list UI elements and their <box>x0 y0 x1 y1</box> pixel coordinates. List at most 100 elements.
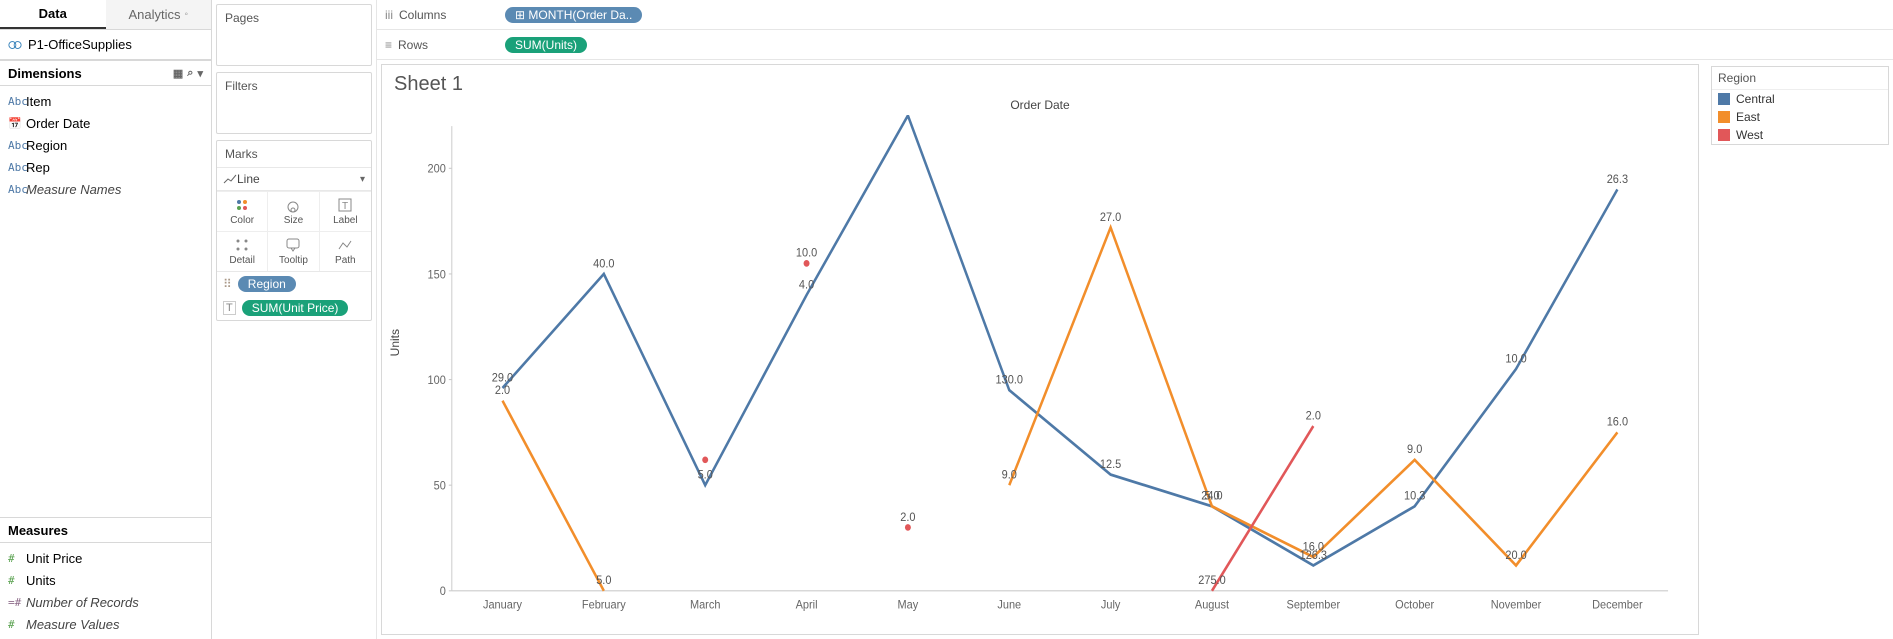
dimensions-label: Dimensions <box>8 66 82 81</box>
field-label: Measure Values <box>26 617 119 632</box>
field-units[interactable]: #Units <box>0 569 211 591</box>
mark-path[interactable]: Path <box>320 231 371 271</box>
svg-text:July: July <box>1101 599 1121 612</box>
field-region[interactable]: AbcRegion <box>0 134 211 156</box>
pane-tabs: Data Analytics ◦ <box>0 0 211 30</box>
number-icon: # <box>8 552 26 565</box>
field-label: Unit Price <box>26 551 82 566</box>
legend-label: Central <box>1736 92 1775 106</box>
chart-svg: 050100150200JanuaryFebruaryMarchAprilMay… <box>392 115 1688 624</box>
tab-indicator-icon: ◦ <box>184 9 188 20</box>
svg-text:16.0: 16.0 <box>1303 541 1324 554</box>
svg-text:12.5: 12.5 <box>1100 459 1121 472</box>
columns-shelf[interactable]: iii Columns ⊞ MONTH(Order Da.. <box>377 0 1893 30</box>
field-label: Item <box>26 94 51 109</box>
legend-item-west[interactable]: West <box>1712 126 1888 144</box>
rows-label: Rows <box>398 38 428 52</box>
field-measure-values[interactable]: #Measure Values <box>0 613 211 635</box>
color-pill-row[interactable]: ⠿ Region <box>217 272 371 296</box>
dimensions-list: AbcItem 📅Order Date AbcRegion AbcRep Abc… <box>0 86 211 204</box>
tab-analytics-label: Analytics <box>128 7 180 22</box>
data-pane[interactable]: Data Analytics ◦ P1-OfficeSupplies Dimens… <box>0 0 212 639</box>
field-order-date[interactable]: 📅Order Date <box>0 112 211 134</box>
legend-swatch <box>1718 129 1730 141</box>
svg-text:5.0: 5.0 <box>596 575 611 588</box>
view-as-icon[interactable]: ▦ <box>173 67 183 80</box>
mark-type-select[interactable]: Line ▾ <box>217 168 371 191</box>
datasource-item[interactable]: P1-OfficeSupplies <box>0 30 211 60</box>
mark-tooltip[interactable]: Tooltip <box>268 231 319 271</box>
svg-text:100: 100 <box>428 375 446 388</box>
svg-text:0: 0 <box>440 586 446 599</box>
svg-text:2.0: 2.0 <box>1306 410 1321 423</box>
filters-label: Filters <box>217 73 371 99</box>
mark-type-label: Line <box>237 172 360 186</box>
pages-label: Pages <box>217 5 371 31</box>
marks-grid: ColorSizeTLabel DetailTooltipPath <box>217 191 371 272</box>
svg-text:2.0: 2.0 <box>900 511 915 524</box>
legend-title: Region <box>1712 67 1888 90</box>
field-item[interactable]: AbcItem <box>0 90 211 112</box>
measures-label: Measures <box>8 523 68 538</box>
legend-item-central[interactable]: Central <box>1712 90 1888 108</box>
svg-text:5.0: 5.0 <box>698 469 713 482</box>
abc-icon: Abc <box>8 161 26 174</box>
columns-label: Columns <box>399 8 446 22</box>
sheet-title[interactable]: Sheet 1 <box>382 65 1698 96</box>
legend-swatch <box>1718 93 1730 105</box>
field-label: Order Date <box>26 116 90 131</box>
field-label: Units <box>26 573 56 588</box>
svg-text:August: August <box>1195 599 1230 612</box>
svg-text:January: January <box>483 599 522 612</box>
pages-shelf[interactable]: Pages <box>216 4 372 66</box>
date-icon: 📅 <box>8 117 26 130</box>
main-area: iii Columns ⊞ MONTH(Order Da.. ≡ Rows SUM(… <box>377 0 1893 639</box>
mark-detail[interactable]: Detail <box>217 231 268 271</box>
mark-size[interactable]: Size <box>268 191 319 231</box>
svg-text:May: May <box>898 599 919 612</box>
measures-list: #Unit Price #Units =#Number of Records #… <box>0 543 211 639</box>
legend-item-east[interactable]: East <box>1712 108 1888 126</box>
mark-color[interactable]: Color <box>217 191 268 231</box>
svg-text:10.0: 10.0 <box>796 247 817 260</box>
filters-shelf[interactable]: Filters <box>216 72 372 134</box>
pill-unitprice[interactable]: SUM(Unit Price) <box>242 300 349 316</box>
shelves-pane: Pages Filters Marks Line ▾ ColorSizeTLab… <box>212 0 377 639</box>
menu-icon[interactable]: ▾ <box>197 67 203 80</box>
chart-axis-title-top: Order Date <box>382 98 1698 112</box>
field-rep[interactable]: AbcRep <box>0 156 211 178</box>
viz-canvas[interactable]: Sheet 1 Order Date Units 050100150200Jan… <box>381 64 1699 635</box>
field-unit-price[interactable]: #Unit Price <box>0 547 211 569</box>
columns-icon: iii <box>385 8 393 22</box>
tab-data[interactable]: Data <box>0 0 106 29</box>
tab-analytics[interactable]: Analytics ◦ <box>106 0 212 29</box>
number-icon: # <box>8 574 26 587</box>
header-tools: ▦ ⌕ ▾ <box>173 67 203 80</box>
svg-text:130.0: 130.0 <box>996 374 1023 387</box>
svg-text:9.0: 9.0 <box>1407 444 1422 457</box>
pill-month-orderdate[interactable]: ⊞ MONTH(Order Da.. <box>505 7 642 23</box>
field-number-of-records[interactable]: =#Number of Records <box>0 591 211 613</box>
field-label: Measure Names <box>26 182 121 197</box>
rows-icon: ≡ <box>385 38 392 52</box>
pill-region[interactable]: Region <box>238 276 296 292</box>
legend-label: West <box>1736 128 1763 142</box>
legend-card[interactable]: Region Central East West <box>1711 66 1889 145</box>
svg-text:150: 150 <box>428 269 446 282</box>
rows-shelf[interactable]: ≡ Rows SUM(Units) <box>377 30 1893 60</box>
label-pill-row[interactable]: T SUM(Unit Price) <box>217 296 371 320</box>
mark-label[interactable]: TLabel <box>320 191 371 231</box>
datasource-label: P1-OfficeSupplies <box>28 37 132 52</box>
number-icon: # <box>8 618 26 631</box>
svg-text:November: November <box>1491 599 1542 612</box>
label-icon: T <box>223 301 236 315</box>
measures-header: Measures <box>0 517 211 543</box>
abc-icon: Abc <box>8 139 26 152</box>
field-measure-names[interactable]: AbcMeasure Names <box>0 178 211 200</box>
chevron-down-icon: ▾ <box>360 174 365 185</box>
abc-icon: Abc <box>8 183 26 196</box>
field-label: Number of Records <box>26 595 139 610</box>
search-icon[interactable]: ⌕ <box>187 67 193 80</box>
pill-sum-units[interactable]: SUM(Units) <box>505 37 587 53</box>
svg-text:50: 50 <box>434 480 446 493</box>
